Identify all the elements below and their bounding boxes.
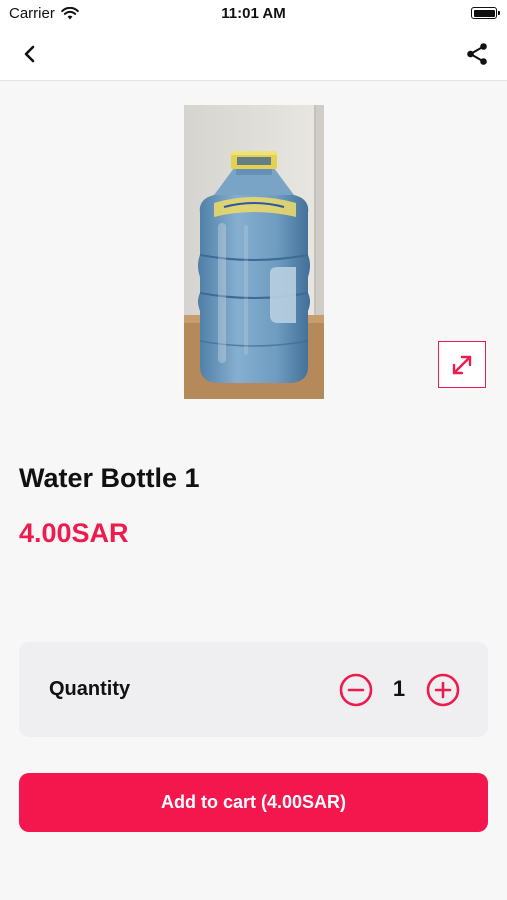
quantity-value: 1 [392,676,406,701]
share-icon [467,43,487,65]
plus-circle-icon [426,673,460,707]
add-to-cart-button[interactable]: Add to cart (4.00SAR) [19,773,488,832]
chevron-left-icon [24,45,35,63]
increment-button[interactable] [426,673,460,707]
status-time: 11:01 AM [221,5,286,22]
battery-icon [471,7,500,19]
expand-arrows-icon [452,355,472,374]
navigation-bar [0,28,507,81]
decrement-button[interactable] [339,673,373,707]
share-button[interactable] [461,38,493,70]
status-bar: Carrier 11:01 AM [0,0,507,28]
quantity-label: Quantity [49,678,131,700]
minus-circle-icon [339,673,373,707]
water-jug-photo [184,105,324,399]
product-image[interactable] [184,105,324,399]
back-button[interactable] [14,38,46,70]
quantity-selector: Quantity 1 [19,642,488,737]
product-title: Water Bottle 1 [19,463,200,493]
expand-image-button[interactable] [438,341,486,388]
product-price: 4.00SAR [19,518,129,548]
